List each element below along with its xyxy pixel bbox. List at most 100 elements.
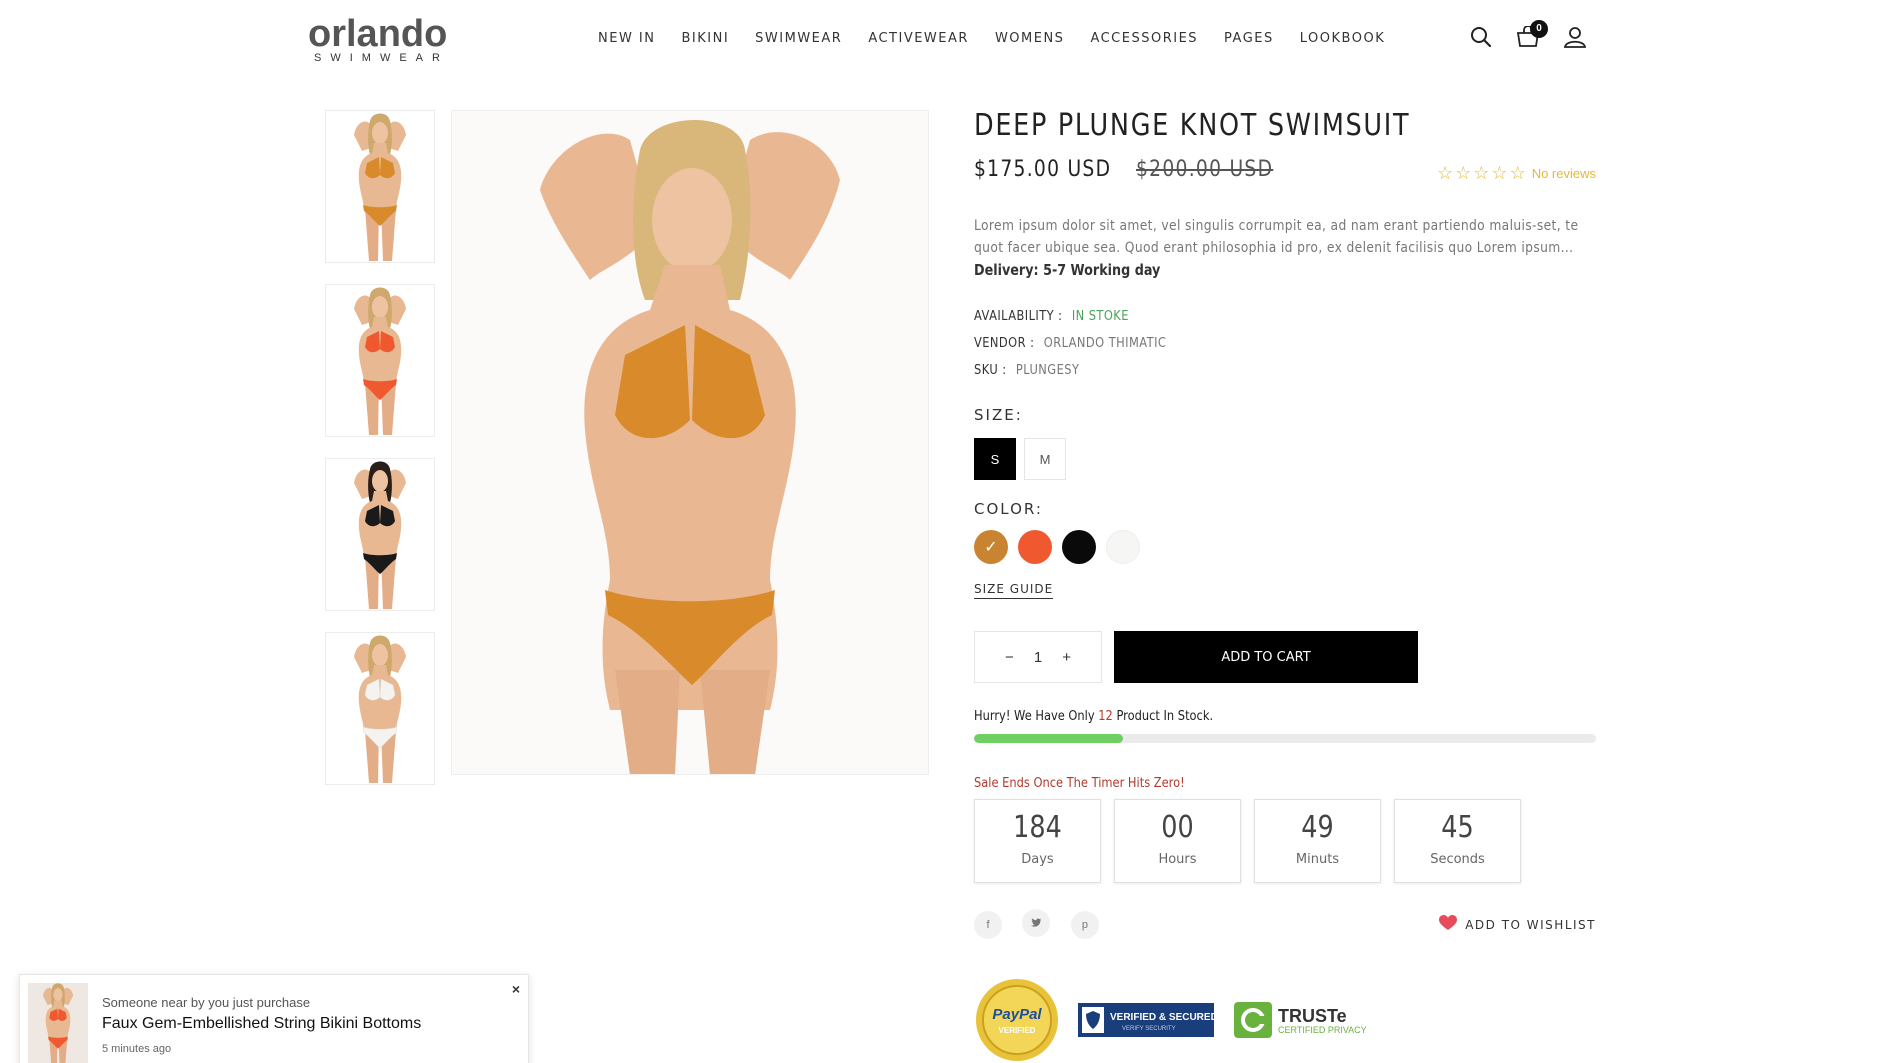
truste-sub-label: CERTIFIED PRIVACY <box>1278 1025 1367 1035</box>
stock-progress-bar <box>974 734 1596 743</box>
figure-shape <box>372 643 388 666</box>
model-figure-icon <box>540 120 840 774</box>
star-icon: ☆ <box>1509 163 1526 183</box>
product-price: $175.00 USD <box>974 157 1112 182</box>
color-swatch-black[interactable] <box>1062 530 1096 564</box>
color-swatch-white[interactable] <box>1106 530 1140 564</box>
size-option-s[interactable]: S <box>974 438 1016 480</box>
nav-bikini[interactable]: BIKINI <box>681 31 729 46</box>
thumbnail-1[interactable] <box>325 110 435 263</box>
vendor-value: ORLANDO THIMATIC <box>1043 336 1167 351</box>
timer-unit: Seconds <box>1430 852 1485 867</box>
model-figure-icon <box>354 113 406 261</box>
twitter-icon[interactable] <box>1022 909 1051 937</box>
wishlist-label: ADD TO WISHLIST <box>1465 917 1596 932</box>
star-icon: ☆ <box>1491 163 1508 183</box>
nav-lookbook[interactable]: LOOKBOOK <box>1300 31 1385 46</box>
check-icon: ✓ <box>984 539 998 556</box>
timer-days: 184 Days <box>974 799 1101 883</box>
qty-plus-button[interactable]: + <box>1062 649 1071 666</box>
rating-stars[interactable]: ☆ ☆ ☆ ☆ ☆ No reviews <box>1437 163 1596 184</box>
figure-shape <box>358 142 402 211</box>
color-label: COLOR: <box>974 500 1043 518</box>
vendor-row: VENDOR : ORLANDO THIMATIC <box>974 330 1521 357</box>
thumbnail-4[interactable] <box>325 632 435 785</box>
timer-value: 49 <box>1301 810 1334 845</box>
product-meta: AVAILABILITY : IN STOKE VENDOR : ORLANDO… <box>974 303 1596 384</box>
heart-icon <box>1439 915 1458 934</box>
nav-pages[interactable]: PAGES <box>1224 31 1274 46</box>
user-icon[interactable] <box>1563 26 1587 53</box>
timer-unit: Hours <box>1158 852 1197 867</box>
timer-value: 184 <box>1013 810 1062 845</box>
verified-secured-badge: VERIFIED & SECURED VERIFY SECURITY <box>1078 1003 1214 1037</box>
figure-shape <box>358 490 402 559</box>
pinterest-icon[interactable]: p <box>1070 911 1099 939</box>
color-options: ✓ <box>974 530 1596 564</box>
reviews-label[interactable]: No reviews <box>1532 166 1596 181</box>
vendor-label: VENDOR : <box>974 336 1035 351</box>
stock-suffix: Product In Stock. <box>1116 709 1214 724</box>
model-figure-icon <box>42 983 74 1063</box>
cart-icon[interactable]: 0 <box>1516 20 1548 53</box>
nav-swimwear[interactable]: SWIMWEAR <box>755 31 842 46</box>
timer-unit: Minuts <box>1295 852 1340 867</box>
facebook-icon[interactable]: f <box>974 911 1002 939</box>
popup-product-name[interactable]: Faux Gem-Embellished String Bikini Botto… <box>102 1015 421 1033</box>
sku-row: SKU : PLUNGESY <box>974 357 1521 384</box>
paypal-verified-badge: PayPal VERIFIED <box>976 979 1058 1061</box>
size-guide-link[interactable]: SIZE GUIDE <box>974 582 1054 599</box>
main-product-image[interactable] <box>451 110 929 775</box>
timer-hours: 00 Hours <box>1114 799 1241 883</box>
delivery-info: Delivery: 5-7 Working day <box>974 261 1161 279</box>
add-to-wishlist-button[interactable]: ADD TO WISHLIST <box>1439 915 1596 934</box>
stock-count: 12 <box>1098 709 1113 724</box>
search-icon[interactable] <box>1470 26 1492 53</box>
qty-minus-button[interactable]: − <box>1005 649 1014 666</box>
nav-womens[interactable]: WOMENS <box>995 31 1065 46</box>
model-figure-icon <box>354 461 406 609</box>
nav-activewear[interactable]: ACTIVEWEAR <box>868 31 969 46</box>
thumbnail-3[interactable] <box>325 458 435 611</box>
thumbnail-2[interactable] <box>325 284 435 437</box>
countdown-timer: 184 Days 00 Hours 49 Minuts 45 Seconds <box>974 799 1596 883</box>
color-swatch-red[interactable] <box>1018 530 1052 564</box>
social-share: f p ADD TO WISHLIST <box>974 909 1596 939</box>
brand-tagline: SWIMWEAR <box>314 52 449 64</box>
product-info: DEEP PLUNGE KNOT SWIMSUIT $175.00 USD $2… <box>974 108 1596 1063</box>
figure-shape <box>372 295 388 318</box>
star-icon: ☆ <box>1437 163 1454 183</box>
stock-message: Hurry! We Have Only 12 Product In Stock. <box>974 709 1521 724</box>
price-row: $175.00 USD $200.00 USD ☆ ☆ ☆ ☆ ☆ No rev… <box>974 157 1596 189</box>
add-to-cart-button[interactable]: ADD TO CART <box>1114 631 1418 683</box>
availability-label: AVAILABILITY : <box>974 309 1063 324</box>
brand-logo[interactable]: orlando SWIMWEAR <box>308 14 458 64</box>
figure-shape <box>45 1000 71 1040</box>
timer-seconds: 45 Seconds <box>1394 799 1521 883</box>
close-icon[interactable]: × <box>512 981 520 997</box>
size-option-m[interactable]: M <box>1024 438 1066 480</box>
model-figure-icon <box>354 287 406 435</box>
secure-sub-label: VERIFY SECURITY <box>1122 1026 1176 1032</box>
figure-shape <box>358 316 402 385</box>
timer-unit: Days <box>1021 852 1054 867</box>
sku-value: PLUNGESY <box>1015 363 1080 378</box>
popup-heading: Someone near by you just purchase <box>102 995 311 1010</box>
header-icons: 0 <box>1470 20 1587 53</box>
product-description: Lorem ipsum dolor sit amet, vel singulis… <box>974 218 1579 256</box>
truste-label: TRUSTe <box>1278 1006 1347 1026</box>
star-icon: ☆ <box>1473 163 1490 183</box>
availability-value: IN STOKE <box>1071 309 1129 324</box>
cart-row: − 1 + ADD TO CART <box>974 631 1596 683</box>
trust-badges: PayPal VERIFIED VERIFIED & SECURED VERIF… <box>974 977 1596 1063</box>
qty-value[interactable]: 1 <box>1034 649 1042 666</box>
nav-accessories[interactable]: ACCESSORIES <box>1090 31 1198 46</box>
recent-purchase-popup[interactable]: Someone near by you just purchase Faux G… <box>19 974 529 1063</box>
timer-value: 00 <box>1161 810 1194 845</box>
brand-name: orlando <box>308 13 448 55</box>
secure-label: VERIFIED & SECURED <box>1110 1012 1214 1023</box>
main-nav: NEW IN BIKINI SWIMWEAR ACTIVEWEAR WOMENS… <box>598 31 1411 46</box>
popup-product-image[interactable] <box>28 983 88 1063</box>
color-swatch-orange[interactable]: ✓ <box>974 530 1008 564</box>
nav-new-in[interactable]: NEW IN <box>598 31 655 46</box>
